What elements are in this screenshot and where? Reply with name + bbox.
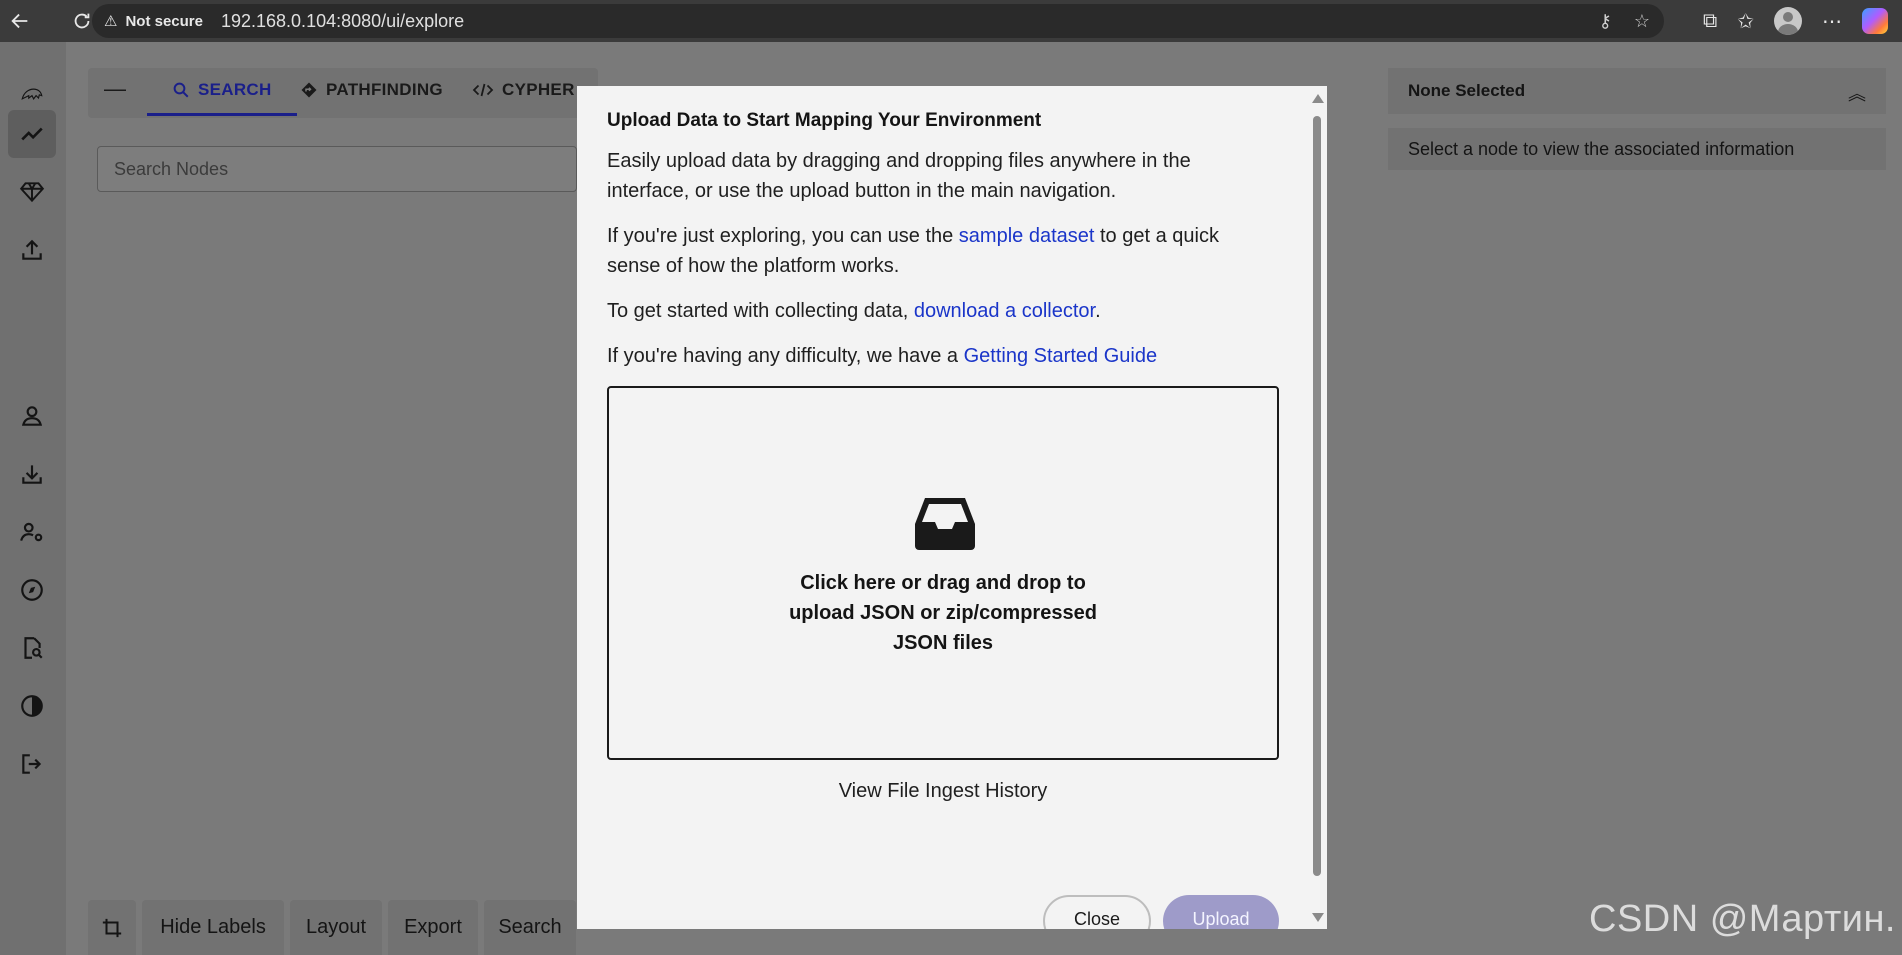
file-search-icon[interactable]: [8, 624, 56, 672]
inbox-tray-icon: [915, 498, 975, 550]
dropzone-instructions: Click here or drag and drop to upload JS…: [609, 568, 1277, 658]
upload-dialog: Upload Data to Start Mapping Your Enviro…: [577, 86, 1327, 929]
browser-actions: ⧉ ✩ ⋯: [1703, 0, 1902, 42]
tab-cypher[interactable]: CYPHER: [472, 80, 575, 100]
tab-pathfinding[interactable]: PATHFINDING: [300, 80, 443, 100]
address-bar[interactable]: ⚠ Not secure 192.168.0.104:8080/ui/explo…: [92, 4, 1664, 38]
theme-toggle-icon[interactable]: [8, 682, 56, 730]
more-menu-icon[interactable]: ⋯: [1822, 9, 1842, 34]
crop-icon: [102, 918, 122, 937]
download-collector-link[interactable]: download a collector: [914, 300, 1095, 322]
selection-message: Select a node to view the associated inf…: [1388, 128, 1886, 170]
explore-icon[interactable]: [8, 110, 56, 158]
double-chevron-up-icon[interactable]: ︽: [1848, 80, 1866, 106]
profile-icon[interactable]: [1774, 7, 1802, 35]
upload-icon[interactable]: [8, 226, 56, 274]
search-icon: [173, 82, 189, 98]
dropzone-text: Click here or drag and drop to upload JS…: [789, 572, 1097, 654]
left-nav-rail: [0, 42, 66, 955]
export-button[interactable]: Export: [388, 900, 478, 955]
crop-button[interactable]: [88, 900, 136, 955]
compass-icon[interactable]: [8, 566, 56, 614]
guide-text-before: If you're having any difficulty, we have…: [607, 345, 964, 367]
user-settings-icon[interactable]: [8, 508, 56, 556]
star-icon[interactable]: ☆: [1634, 11, 1650, 32]
layout-button[interactable]: Layout: [290, 900, 382, 955]
upload-button[interactable]: Upload: [1163, 895, 1279, 929]
favorites-icon[interactable]: ✩: [1737, 9, 1754, 34]
sample-dataset-link[interactable]: sample dataset: [959, 225, 1095, 247]
code-icon: [472, 83, 494, 97]
scroll-thumb[interactable]: [1313, 116, 1321, 876]
hide-labels-button[interactable]: Hide Labels: [142, 900, 284, 955]
collapse-icon[interactable]: —: [104, 76, 126, 102]
warning-icon: ⚠: [104, 13, 118, 30]
extensions-icon[interactable]: ⧉: [1703, 10, 1717, 33]
gem-icon[interactable]: [8, 168, 56, 216]
tab-search-label: SEARCH: [198, 80, 272, 99]
dialog-sample-text: If you're just exploring, you can use th…: [607, 221, 1277, 281]
selection-title: None Selected: [1408, 81, 1526, 100]
search-nodes-field[interactable]: [97, 146, 577, 192]
logout-icon[interactable]: [8, 740, 56, 788]
dialog-collector-text: To get started with collecting data, dow…: [607, 296, 1277, 326]
tab-cypher-label: CYPHER: [502, 80, 575, 99]
selection-panel-header[interactable]: None Selected ︽: [1388, 68, 1886, 114]
watermark: CSDN @Мартин.: [1589, 898, 1896, 940]
tab-search[interactable]: SEARCH: [172, 80, 272, 100]
file-dropzone[interactable]: Click here or drag and drop to upload JS…: [607, 386, 1279, 760]
scroll-down-arrow-icon[interactable]: [1312, 913, 1324, 922]
collector-text-before: To get started with collecting data,: [607, 300, 914, 322]
view-ingest-history-link[interactable]: View File Ingest History: [607, 780, 1279, 803]
search-button[interactable]: Search: [484, 900, 576, 955]
active-tab-indicator: [147, 113, 297, 116]
sample-text-before: If you're just exploring, you can use th…: [607, 225, 959, 247]
dialog-intro-text: Easily upload data by dragging and dropp…: [607, 150, 1191, 202]
dialog-scrollbar[interactable]: [1311, 94, 1324, 922]
diamond-arrow-icon: [301, 82, 317, 98]
dialog-guide-text: If you're having any difficulty, we have…: [607, 341, 1277, 371]
key-icon[interactable]: ⚷: [1599, 11, 1612, 32]
url-text[interactable]: 192.168.0.104:8080/ui/explore: [221, 11, 464, 32]
back-arrow-icon[interactable]: [0, 1, 40, 41]
user-icon[interactable]: [8, 392, 56, 440]
getting-started-guide-link[interactable]: Getting Started Guide: [964, 345, 1157, 367]
download-icon[interactable]: [8, 450, 56, 498]
close-button[interactable]: Close: [1043, 895, 1151, 929]
tab-pathfinding-label: PATHFINDING: [326, 80, 443, 99]
security-label: Not secure: [125, 12, 203, 30]
collector-text-after: .: [1095, 300, 1101, 322]
copilot-icon[interactable]: [1862, 8, 1888, 34]
scroll-up-arrow-icon[interactable]: [1312, 94, 1324, 103]
search-nodes-input[interactable]: [114, 158, 576, 180]
dialog-title: Upload Data to Start Mapping Your Enviro…: [607, 110, 1042, 131]
